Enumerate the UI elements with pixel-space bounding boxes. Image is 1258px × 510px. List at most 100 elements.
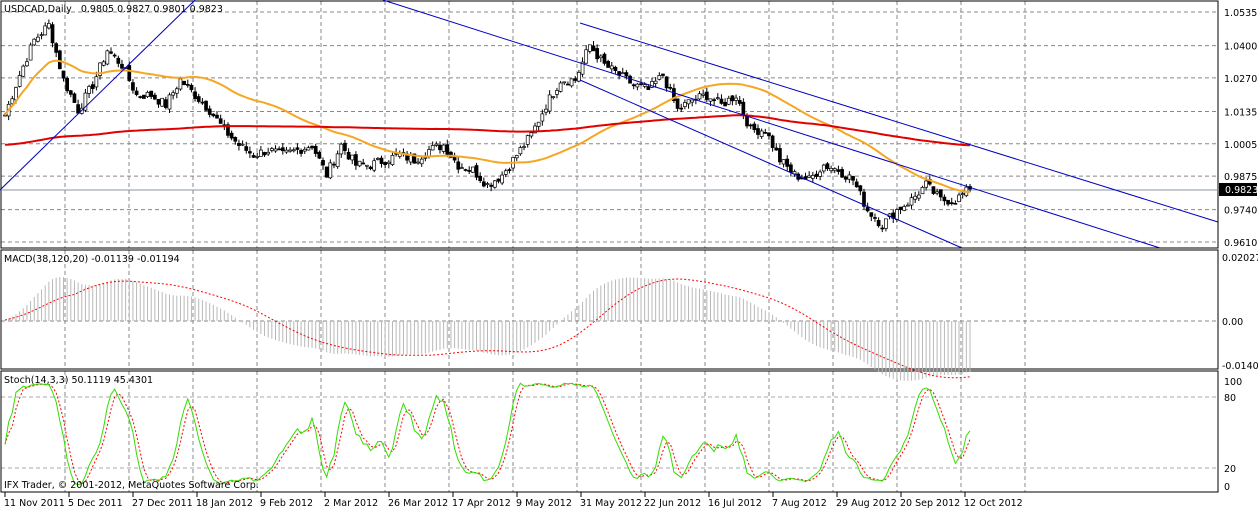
candle bbox=[229, 132, 234, 139]
candle bbox=[635, 83, 640, 88]
candle bbox=[299, 150, 303, 154]
candle bbox=[467, 170, 472, 172]
candle bbox=[112, 54, 117, 57]
candle bbox=[730, 95, 735, 102]
candle bbox=[653, 80, 658, 84]
candle bbox=[606, 60, 610, 68]
candle bbox=[145, 91, 150, 97]
candle bbox=[28, 44, 33, 61]
channel-lower[interactable] bbox=[579, 79, 963, 249]
candle bbox=[748, 124, 753, 127]
trend-line-down[interactable] bbox=[382, 0, 1161, 249]
candle bbox=[375, 158, 380, 160]
candle bbox=[255, 155, 260, 158]
candle bbox=[237, 142, 241, 146]
trend-line-up[interactable] bbox=[0, 0, 196, 191]
candle bbox=[595, 48, 600, 60]
candle bbox=[416, 161, 420, 164]
candle bbox=[884, 218, 888, 229]
candle bbox=[584, 49, 589, 64]
candle bbox=[602, 53, 607, 64]
candle bbox=[419, 158, 424, 165]
candle bbox=[719, 98, 724, 104]
candle bbox=[156, 99, 161, 105]
date-label: 17 Apr 2012 bbox=[452, 498, 511, 509]
candle bbox=[843, 176, 848, 180]
candle bbox=[321, 160, 325, 166]
candle bbox=[723, 101, 727, 107]
candle bbox=[68, 90, 73, 95]
candle bbox=[153, 94, 157, 100]
candle bbox=[90, 84, 95, 89]
price-tick: 1.0400 bbox=[1224, 42, 1257, 53]
date-label: 22 Jun 2012 bbox=[644, 498, 701, 509]
candle bbox=[840, 169, 844, 178]
ohlc-values: 0.9805 0.9827 0.9801 0.9823 bbox=[81, 4, 223, 15]
candle bbox=[774, 147, 779, 151]
candle bbox=[471, 166, 475, 173]
chart-header: USDCAD,Daily 0.9805 0.9827 0.9801 0.9823 bbox=[4, 4, 223, 15]
date-label: 31 May 2012 bbox=[580, 498, 642, 509]
candle bbox=[211, 113, 216, 117]
stoch-tick: 100 bbox=[1224, 377, 1242, 388]
candle bbox=[430, 145, 435, 151]
candle bbox=[577, 72, 581, 82]
candle bbox=[54, 43, 59, 53]
candle bbox=[335, 153, 340, 167]
candle bbox=[591, 45, 596, 52]
candle bbox=[789, 164, 793, 173]
date-label: 27 Dec 2011 bbox=[132, 498, 193, 509]
date-label: 20 Sep 2012 bbox=[900, 498, 960, 509]
candle bbox=[949, 202, 954, 204]
candle bbox=[946, 199, 950, 205]
candle bbox=[778, 148, 782, 163]
candle bbox=[423, 156, 428, 159]
candle bbox=[690, 99, 695, 103]
candle bbox=[540, 113, 545, 122]
grid bbox=[1, 1, 1218, 492]
candle bbox=[10, 98, 15, 105]
candle bbox=[566, 83, 570, 86]
candle bbox=[277, 148, 281, 151]
candle bbox=[167, 94, 172, 110]
candle bbox=[558, 82, 563, 92]
candle bbox=[752, 123, 757, 131]
copyright-label: IFX Trader, © 2001-2012, MetaQuotes Soft… bbox=[4, 480, 259, 491]
candle bbox=[924, 180, 928, 188]
ma-fast-line bbox=[4, 59, 971, 193]
candle bbox=[818, 171, 822, 177]
candle bbox=[207, 108, 212, 115]
stoch-label: Stoch(14,3,3) 50.1119 45.4301 bbox=[4, 375, 153, 386]
stoch-tick: 80 bbox=[1224, 393, 1236, 404]
candle bbox=[474, 165, 479, 178]
candle bbox=[149, 90, 154, 97]
candle bbox=[76, 104, 80, 114]
candle bbox=[715, 97, 720, 99]
candle bbox=[324, 166, 329, 178]
candle bbox=[938, 189, 943, 198]
candle bbox=[704, 91, 709, 100]
candle bbox=[441, 144, 446, 152]
candle bbox=[131, 82, 135, 91]
candle bbox=[913, 195, 918, 200]
candle bbox=[851, 175, 855, 181]
candle bbox=[408, 155, 413, 163]
macd-panel-border bbox=[0, 249, 1219, 370]
candle bbox=[909, 197, 914, 206]
date-label: 7 Aug 2012 bbox=[772, 498, 827, 509]
candle bbox=[569, 78, 574, 87]
candle bbox=[72, 93, 77, 103]
candle bbox=[854, 181, 859, 188]
price-tick: 1.0270 bbox=[1224, 74, 1257, 85]
candle bbox=[288, 149, 292, 152]
candle bbox=[767, 132, 771, 137]
price-tick: 1.0005 bbox=[1224, 140, 1257, 151]
candle bbox=[503, 170, 508, 175]
candle bbox=[174, 88, 179, 94]
candle bbox=[587, 44, 592, 52]
candle bbox=[500, 174, 504, 184]
date-label: 2 Mar 2012 bbox=[324, 498, 378, 509]
candle bbox=[269, 148, 274, 151]
candle bbox=[547, 94, 552, 112]
candle bbox=[807, 175, 812, 178]
